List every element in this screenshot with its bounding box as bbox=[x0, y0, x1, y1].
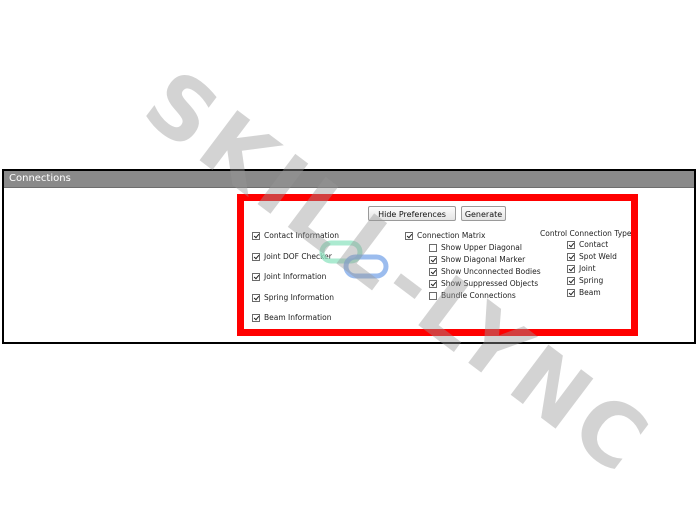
red-highlight-box bbox=[237, 194, 638, 336]
panel-title: Connections bbox=[9, 173, 71, 184]
page: Connections Hide Preferences Generate Co… bbox=[0, 0, 700, 514]
panel-header: Connections bbox=[4, 171, 694, 188]
